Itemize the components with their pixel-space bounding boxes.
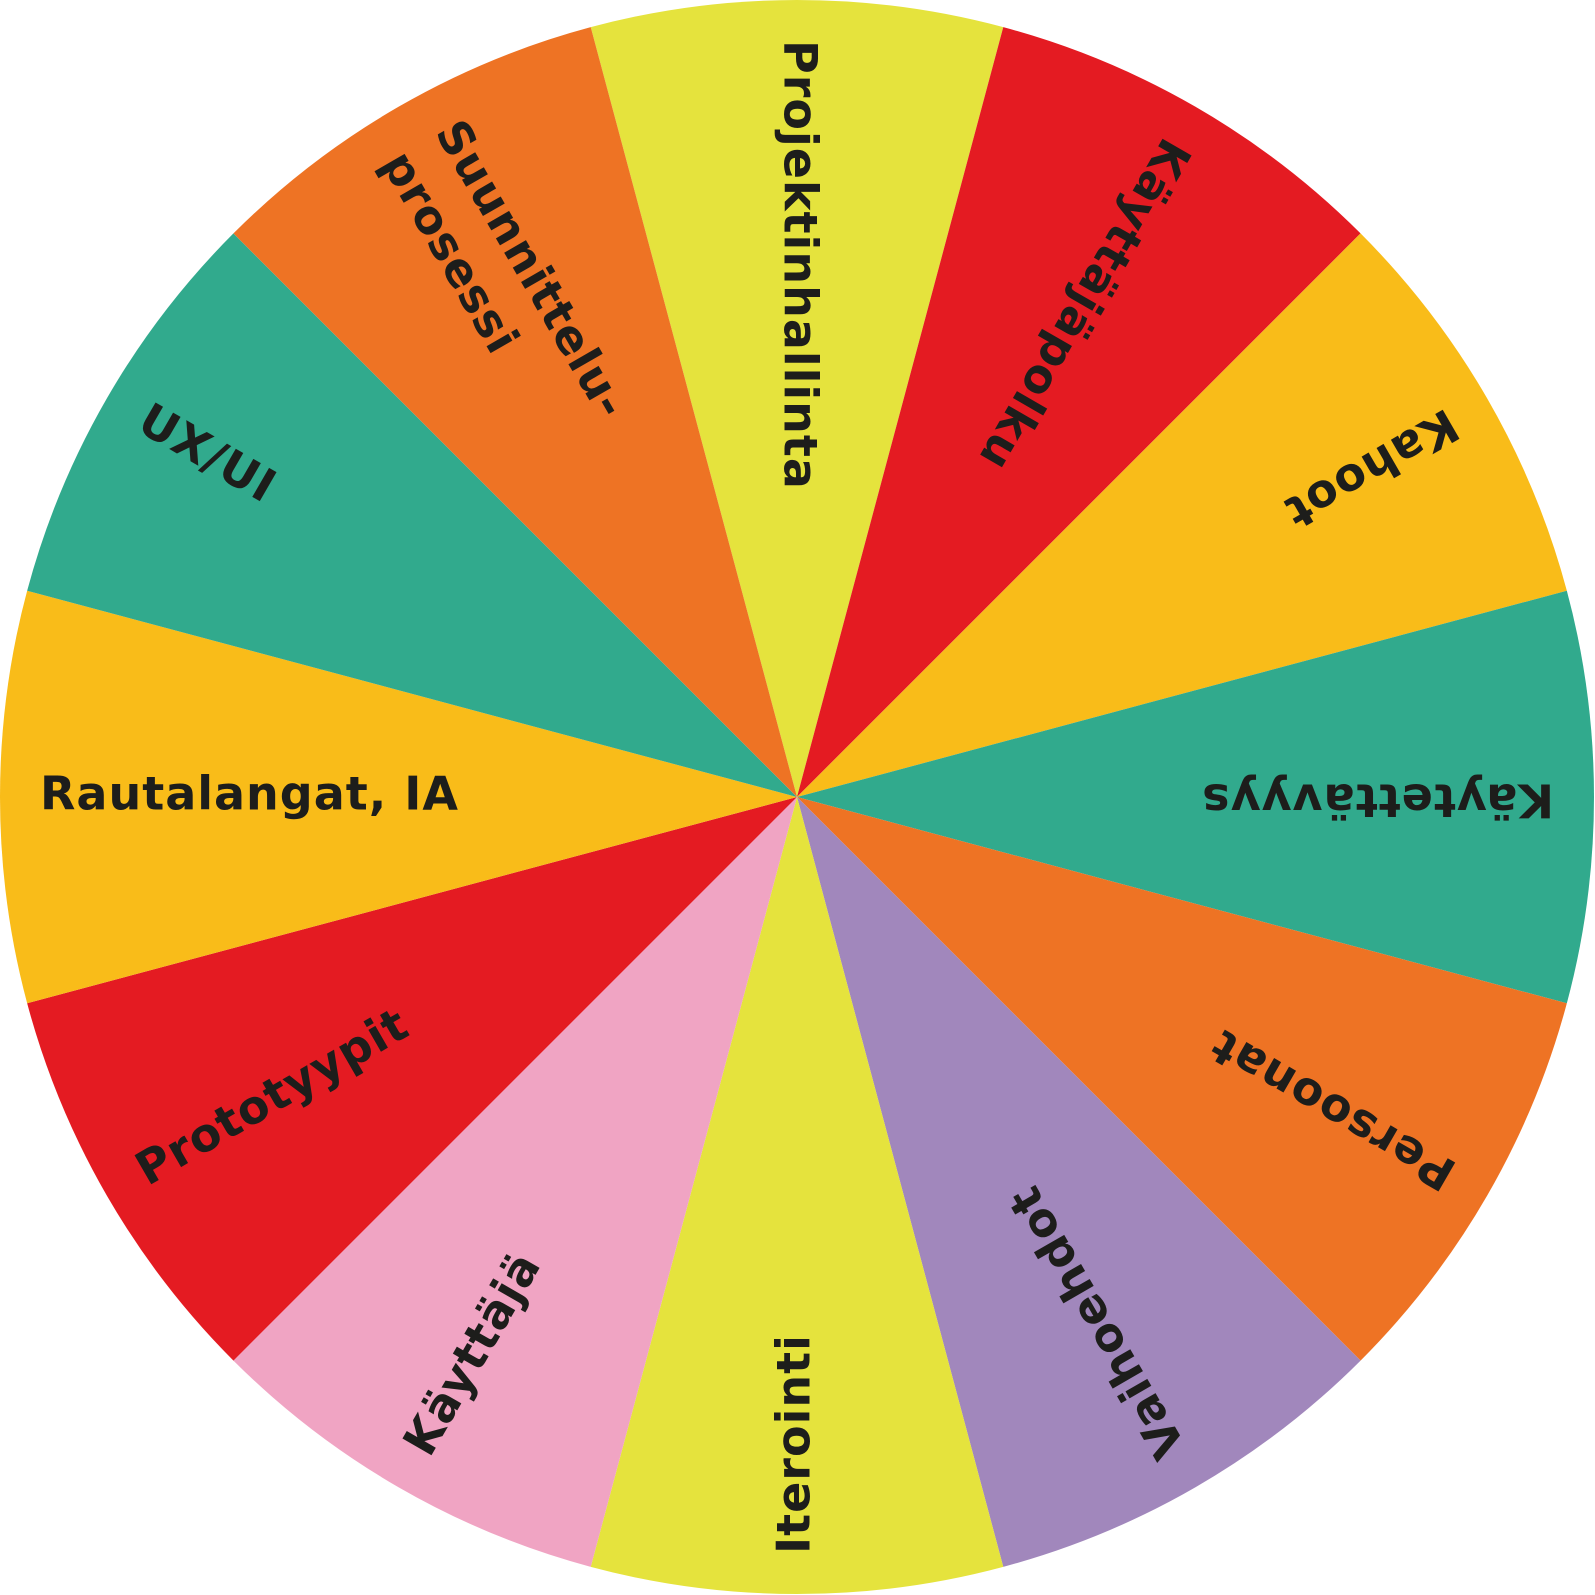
segment-label: Rautalangat, IA (40, 767, 459, 821)
segment-label: Käytettävyys (1201, 774, 1554, 828)
segment-label: Iterointi (767, 1334, 821, 1554)
segment-label: Projektinhallinta (774, 40, 828, 490)
spin-wheel[interactable]: Projektinhallinta Käyttäjäpolku KahootKäyt… (0, 0, 1595, 1595)
